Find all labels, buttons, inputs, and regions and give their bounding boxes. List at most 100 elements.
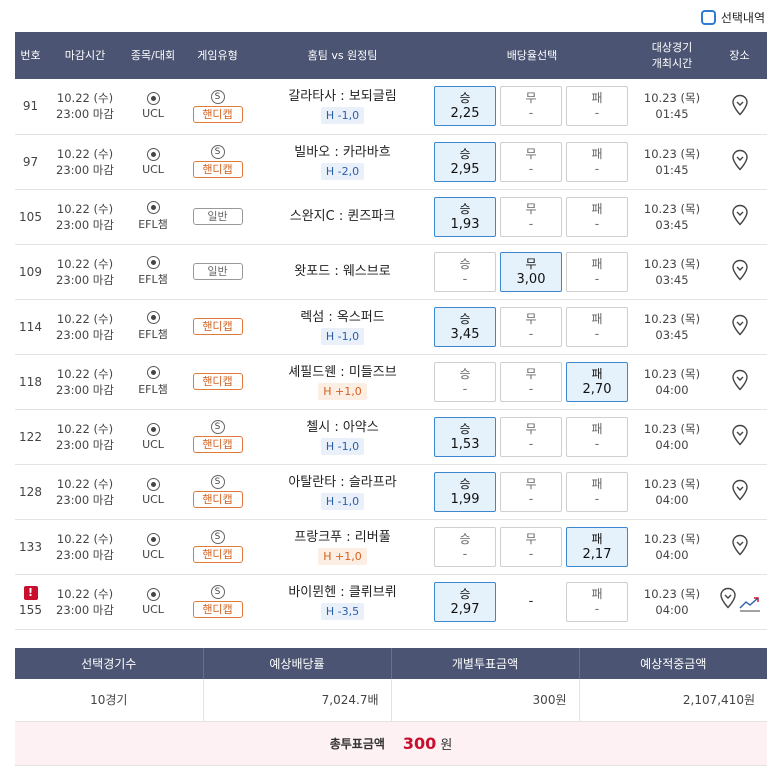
deadline-date: 10.22 (수) <box>56 366 114 381</box>
odds-draw-button[interactable]: 무- <box>500 141 562 182</box>
league-cell: UCL <box>124 134 182 190</box>
odds-value: - <box>594 216 600 232</box>
vs-separator: : <box>330 419 343 435</box>
game-number-cell: 97 <box>15 134 46 190</box>
odds-group: 승 2,97- 패 - <box>432 581 632 622</box>
map-pin-icon[interactable] <box>731 204 749 226</box>
trend-chart-icon[interactable] <box>739 595 761 616</box>
odds-win-button[interactable]: 승 1,93 <box>434 196 496 237</box>
summary-header-label: 예상배당률 <box>203 648 392 679</box>
deadline-time: 23:00 마감 <box>56 492 114 507</box>
game-number: 155 <box>19 603 42 617</box>
odds-lose-button[interactable]: 패 2,17 <box>566 526 628 567</box>
odds-label: 패 <box>591 366 603 381</box>
map-pin-icon[interactable] <box>731 424 749 446</box>
odds-win-button[interactable]: 승 2,95 <box>434 141 496 182</box>
odds-win-button[interactable]: 승- <box>434 526 496 567</box>
map-pin-icon[interactable] <box>731 534 749 556</box>
game-type-tag: 일반 <box>192 208 243 225</box>
odds-group: 승 1,99 무 - 패 - <box>432 471 632 512</box>
game-type-cell: S 핸디캡 <box>182 464 253 520</box>
odds-group: 승 - 무 3,00 패 - <box>432 251 632 292</box>
league-name: UCL <box>142 492 164 506</box>
odds-value: - <box>528 326 534 342</box>
match-teams: 렉섬 : 옥스퍼드 <box>253 309 432 327</box>
odds-label: 무 <box>525 146 537 161</box>
odds-win-button[interactable]: 승 2,97 <box>434 581 496 622</box>
game-row: 128 10.22 (수) 23:00 마감 UCL S 핸디캡 아탈란타 : 슬라프라 H … <box>15 464 767 520</box>
odds-label: 무 <box>525 421 537 436</box>
odds-win-button[interactable]: 승 2,25 <box>434 86 496 127</box>
odds-draw-button[interactable]: 무- <box>500 306 562 347</box>
map-pin-icon[interactable] <box>731 149 749 171</box>
odds-draw-button[interactable]: 무- <box>500 361 562 402</box>
odds-lose-button[interactable]: 패- <box>566 581 628 622</box>
game-number-cell: 128 <box>15 464 46 520</box>
event-time-cell: 10.23 (목) 04:00 <box>632 354 712 410</box>
game-type-cell: 핸디캡 <box>182 299 253 355</box>
odds-lose-button[interactable]: 패 2,70 <box>566 361 628 402</box>
game-row: 97 10.22 (수) 23:00 마감 UCL S 핸디캡 빌바오 : 카라바흐 H -2… <box>15 134 767 190</box>
map-pin-icon[interactable] <box>731 314 749 336</box>
soccer-ball-icon <box>146 92 160 106</box>
deadline-time: 23:00 마감 <box>56 547 114 562</box>
deadline-time: 23:00 마감 <box>56 272 114 287</box>
map-pin-icon[interactable] <box>731 369 749 391</box>
total-bet-amount: 300 <box>402 734 437 753</box>
game-type-tag: 핸디캡 <box>192 105 243 123</box>
odds-draw-button[interactable]: 무- <box>500 526 562 567</box>
map-pin-icon[interactable] <box>731 479 749 501</box>
odds-lose-button[interactable]: 패- <box>566 196 628 237</box>
home-team: 렉섬 <box>300 309 325 325</box>
odds-win-button[interactable]: 승 1,99 <box>434 471 496 512</box>
odds-group: 승 2,95 무 - 패 - <box>432 141 632 182</box>
map-pin-icon[interactable] <box>731 94 749 116</box>
odds-value: - <box>462 271 468 287</box>
odds-value: - <box>594 271 600 287</box>
odds-win-button[interactable]: 승- <box>434 361 496 402</box>
deadline-date: 10.22 (수) <box>56 421 114 436</box>
odds-draw-button[interactable]: 무 3,00 <box>500 251 562 292</box>
odds-lose-button[interactable]: 패- <box>566 416 628 457</box>
map-pin-icon[interactable] <box>731 259 749 281</box>
away-team: 보되글림 <box>348 89 397 105</box>
special-s-icon: S <box>210 530 225 544</box>
warning-icon: ! <box>23 586 38 600</box>
selection-history-toggle[interactable]: 선택내역 <box>700 8 765 26</box>
selection-history-checkbox[interactable] <box>700 9 716 25</box>
odds-label: 승 <box>459 201 471 216</box>
odds-draw-button[interactable]: 무- <box>500 471 562 512</box>
odds-draw-button[interactable]: 무- <box>500 196 562 237</box>
odds-lose-button[interactable]: 패- <box>566 86 628 127</box>
event-time-cell: 10.23 (목) 04:00 <box>632 409 712 465</box>
odds-win-button[interactable]: 승 3,45 <box>434 306 496 347</box>
odds-lose-button[interactable]: 패- <box>566 141 628 182</box>
event-date: 10.23 (목) <box>643 91 701 106</box>
odds-lose-button[interactable]: 패- <box>566 251 628 292</box>
home-team: 바이뮌헨 <box>288 584 337 600</box>
game-number-wrap: 128 <box>15 485 46 499</box>
special-s-icon: S <box>210 420 225 434</box>
odds-win-button[interactable]: 승 1,53 <box>434 416 496 457</box>
odds-value: - <box>528 491 534 507</box>
map-pin-icon[interactable] <box>719 587 737 609</box>
venue-cell <box>712 574 767 630</box>
odds-draw-button[interactable]: 무- <box>500 416 562 457</box>
odds-value: 1,93 <box>450 216 480 232</box>
odds-lose-button[interactable]: 패- <box>566 471 628 512</box>
game-type-tag: 핸디캡 <box>192 373 243 390</box>
game-type-wrap: 일반 <box>182 208 253 225</box>
venue-cell <box>712 464 767 520</box>
vs-separator: : <box>324 309 337 325</box>
event-date: 10.23 (목) <box>643 476 701 491</box>
summary-value: 2,107,410원 <box>579 679 767 722</box>
game-number: 91 <box>22 99 39 114</box>
soccer-ball-icon <box>146 532 160 546</box>
vs-separator: : <box>334 208 348 224</box>
odds-draw-button[interactable]: 무- <box>500 86 562 127</box>
odds-win-button[interactable]: 승- <box>434 251 496 292</box>
odds-lose-button[interactable]: 패- <box>566 306 628 347</box>
match-teams: 아탈란타 : 슬라프라 <box>253 474 432 492</box>
game-type-wrap: S 핸디캡 <box>182 89 253 123</box>
game-number-wrap: 97 <box>15 155 46 169</box>
